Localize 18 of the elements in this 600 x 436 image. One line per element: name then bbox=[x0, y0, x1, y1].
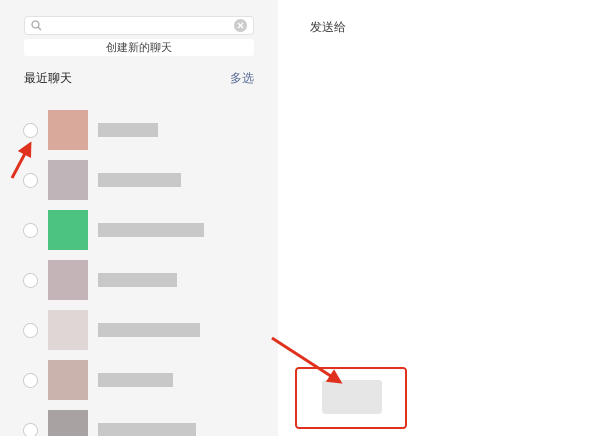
radio-button[interactable] bbox=[23, 172, 38, 188]
radio-button[interactable] bbox=[23, 222, 38, 238]
blank-button[interactable] bbox=[322, 380, 382, 414]
annotation-arrow bbox=[271, 336, 343, 384]
new-chat-button[interactable]: 创建新的聊天 bbox=[24, 39, 254, 56]
search-icon bbox=[31, 20, 42, 31]
search-field[interactable] bbox=[24, 16, 254, 35]
annotation-arrow bbox=[10, 141, 32, 179]
section-title: 最近聊天 bbox=[24, 70, 72, 87]
radio-button[interactable] bbox=[23, 322, 38, 338]
radio-button[interactable] bbox=[23, 372, 38, 388]
blurred-name bbox=[98, 123, 158, 137]
radio-button[interactable] bbox=[23, 272, 38, 288]
radio-button[interactable] bbox=[23, 422, 38, 436]
clear-icon[interactable] bbox=[234, 19, 247, 32]
multi-select-link[interactable]: 多选 bbox=[230, 70, 254, 87]
send-to-title: 发送给 bbox=[310, 19, 347, 36]
radio-button[interactable] bbox=[23, 122, 38, 138]
